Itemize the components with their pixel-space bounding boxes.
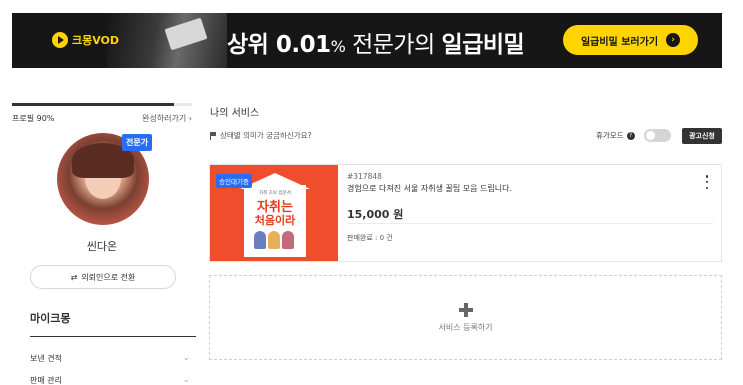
menu-item-label: 보낸 견적 bbox=[30, 354, 62, 363]
cta-label: 일급비밀 보러가기 bbox=[580, 36, 659, 48]
vod-label: 크몽VOD bbox=[72, 34, 120, 47]
service-title[interactable]: 경험으로 다져진 서울 자취생 꿀팁 모음 드립니다. bbox=[347, 183, 512, 194]
chevron-down-icon: ⌄ bbox=[182, 375, 190, 385]
profile-progress-fill bbox=[12, 103, 174, 106]
status-help-link[interactable]: 상태별 의미가 궁금하신가요? bbox=[210, 130, 312, 141]
vacation-mode-toggle[interactable] bbox=[644, 129, 671, 142]
expert-badge: 전문가 bbox=[122, 134, 153, 151]
username: 씬다온 bbox=[86, 240, 118, 253]
service-thumbnail[interactable]: 자취 초보 입문서 자취는 처음이라 승인대기중 bbox=[210, 165, 338, 261]
switch-label: 의뢰인으로 전환 bbox=[81, 272, 136, 282]
headline-pct: % bbox=[330, 37, 346, 56]
menu-divider bbox=[30, 336, 196, 337]
service-card[interactable]: 자취 초보 입문서 자취는 처음이라 승인대기중 #317848 경험으로 다져… bbox=[209, 164, 722, 262]
headline-number: 0.01 bbox=[275, 32, 331, 58]
sales-count: 판매완료 : 0 건 bbox=[347, 234, 393, 242]
person-figure bbox=[254, 231, 266, 249]
person-figure bbox=[268, 231, 280, 249]
headline-part3: 일급비밀 bbox=[441, 32, 525, 58]
thumb-illustration bbox=[254, 231, 294, 249]
complete-profile-link[interactable]: 완성하러가기 › bbox=[142, 113, 192, 124]
register-service-label: 서비스 등록하기 bbox=[438, 323, 493, 332]
banner-cta-button[interactable]: 일급비밀 보러가기 › bbox=[563, 25, 698, 55]
card-divider bbox=[347, 223, 713, 224]
service-id: #317848 bbox=[347, 172, 382, 181]
help-icon[interactable]: ? bbox=[626, 131, 635, 140]
menu-item-sent-quotes[interactable]: 보낸 견적 ⌄ bbox=[30, 353, 190, 364]
more-vertical-icon[interactable] bbox=[704, 175, 710, 189]
status-badge: 승인대기중 bbox=[216, 174, 252, 188]
banner-photo bbox=[107, 13, 227, 68]
status-question-label: 상태별 의미가 궁금하신가요? bbox=[220, 131, 312, 140]
menu-title: 마이크몽 bbox=[30, 312, 71, 325]
vacation-mode-label: 휴가모드 ? bbox=[596, 130, 635, 141]
menu-item-sales-management[interactable]: 판매 관리 ⌄ bbox=[30, 375, 190, 385]
profile-progress-bar bbox=[12, 103, 192, 106]
arrow-right-icon: › bbox=[666, 33, 681, 47]
headline-part1: 상위 bbox=[227, 32, 276, 58]
plus-icon bbox=[459, 303, 473, 317]
headline-part2: 전문가의 bbox=[345, 32, 442, 58]
promo-banner[interactable]: 크몽VOD 상위 0.01% 전문가의 일급비밀 일급비밀 보러가기 › bbox=[12, 13, 722, 68]
person-figure bbox=[282, 231, 294, 249]
vod-logo: 크몽VOD bbox=[52, 32, 119, 48]
switch-to-client-button[interactable]: ⇄ 의뢰인으로 전환 bbox=[30, 265, 176, 289]
service-price: 15,000 원 bbox=[347, 208, 404, 221]
page-title: 나의 서비스 bbox=[210, 108, 260, 119]
chevron-down-icon: ⌄ bbox=[182, 353, 190, 363]
profile-completion-label: 프로필 90% bbox=[12, 114, 55, 123]
menu-item-label: 판매 관리 bbox=[30, 376, 62, 385]
flag-icon bbox=[210, 131, 217, 140]
switch-icon: ⇄ bbox=[70, 272, 78, 282]
banner-headline: 상위 0.01% 전문가의 일급비밀 bbox=[227, 25, 525, 59]
register-service-button[interactable]: 서비스 등록하기 bbox=[209, 275, 722, 360]
thumb-title-line2: 처음이라 bbox=[254, 214, 296, 227]
play-icon bbox=[52, 32, 68, 48]
vacation-label: 휴가모드 bbox=[596, 131, 624, 140]
ad-request-button[interactable]: 광고신청 bbox=[682, 128, 722, 144]
